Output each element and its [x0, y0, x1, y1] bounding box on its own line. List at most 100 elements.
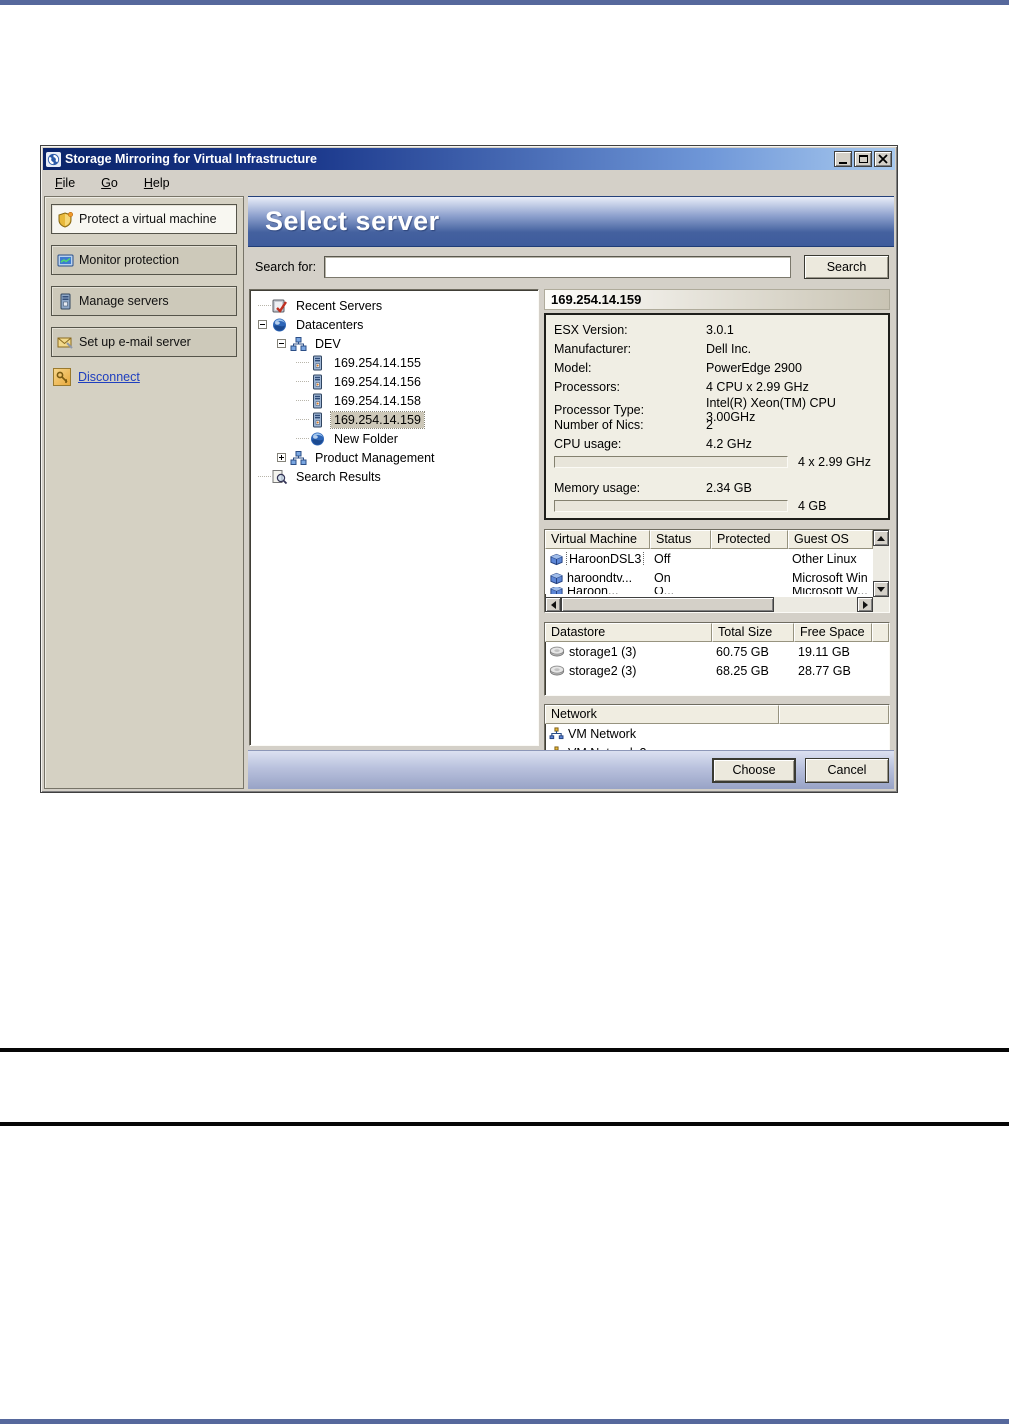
- server-tree: Recent ServersDatacentersDEV169.254.14.1…: [249, 289, 539, 746]
- tree-item-label: New Folder: [331, 431, 401, 447]
- arrow-right-icon: [863, 601, 868, 609]
- collapse-toggle[interactable]: [258, 320, 271, 329]
- vm-column-header[interactable]: Status: [650, 530, 711, 549]
- datastore-column-header[interactable]: Total Size: [712, 623, 794, 642]
- find-icon: [271, 469, 288, 485]
- vm-vertical-scrollbar[interactable]: [873, 530, 889, 597]
- menu-item-help[interactable]: Help: [144, 176, 170, 190]
- server-info-box: ESX Version:3.0.1Manufacturer:Dell Inc.M…: [544, 313, 890, 520]
- datastore-column-header[interactable]: Free Space: [794, 623, 872, 642]
- tree-item[interactable]: Search Results: [252, 467, 536, 486]
- tree-connector: [296, 438, 309, 439]
- mail-icon: [57, 334, 74, 351]
- shield-icon: [57, 211, 74, 228]
- info-label: Memory usage:: [554, 481, 706, 495]
- disk-icon: [549, 646, 565, 658]
- expand-toggle[interactable]: [277, 453, 290, 462]
- memory-usage-bar: [554, 500, 788, 512]
- app-window: Storage Mirroring for Virtual Infrastruc…: [40, 145, 898, 793]
- menu-item-file[interactable]: File: [55, 176, 75, 190]
- info-label: CPU usage:: [554, 437, 706, 451]
- sidebar-button-label: Protect a virtual machine: [79, 212, 217, 226]
- tree-item[interactable]: Datacenters: [252, 315, 536, 334]
- datastore-total-size: 68.25 GB: [712, 664, 794, 678]
- vm-icon: [549, 552, 564, 566]
- menu-bar: File Go Help: [43, 170, 895, 195]
- collapse-toggle[interactable]: [277, 339, 290, 348]
- cancel-button[interactable]: Cancel: [805, 758, 889, 783]
- vm-column-header[interactable]: Virtual Machine: [545, 530, 650, 549]
- memory-capacity-label: 4 GB: [788, 499, 880, 513]
- disconnect-link[interactable]: Disconnect: [78, 370, 140, 384]
- vm-name: Haroon...: [567, 587, 618, 594]
- search-input[interactable]: [324, 256, 791, 278]
- vm-name: HaroonDSL3: [567, 552, 643, 566]
- sidebar-button[interactable]: Monitor protection: [51, 245, 237, 275]
- vm-table-row[interactable]: HaroonDSL3 Off Other Linux: [545, 549, 873, 568]
- title-bar[interactable]: Storage Mirroring for Virtual Infrastruc…: [43, 148, 895, 170]
- tree-item[interactable]: Product Management: [252, 448, 536, 467]
- close-button[interactable]: [874, 151, 892, 167]
- scroll-down-button[interactable]: [873, 581, 889, 597]
- tree-item[interactable]: DEV: [252, 334, 536, 353]
- tree-item-label: Product Management: [312, 450, 438, 466]
- globe-icon: [271, 317, 288, 333]
- info-label: Processor Type:: [554, 403, 706, 417]
- vm-table-row[interactable]: Haroon... O... Microsoft W...: [545, 587, 873, 594]
- scrollbar-thumb[interactable]: [561, 597, 774, 612]
- sidebar-button-label: Set up e-mail server: [79, 335, 191, 349]
- vm-guest-os: Other Linux: [788, 552, 873, 566]
- info-label: Number of Nics:: [554, 418, 706, 432]
- info-label: ESX Version:: [554, 323, 706, 337]
- datastore-table-row[interactable]: storage1 (3) 60.75 GB 19.11 GB: [545, 642, 889, 661]
- arrow-left-icon: [551, 601, 556, 609]
- vm-horizontal-scrollbar[interactable]: [545, 597, 889, 612]
- scroll-up-button[interactable]: [873, 530, 889, 546]
- tree-item[interactable]: New Folder: [252, 429, 536, 448]
- info-value: 2.34 GB: [706, 481, 880, 495]
- tree-item[interactable]: Recent Servers: [252, 296, 536, 315]
- tree-connector: [296, 419, 309, 420]
- disconnect-row: Disconnect: [53, 368, 237, 386]
- monitor-icon: [57, 252, 74, 269]
- network-spacer-header: [779, 705, 889, 724]
- network-table-row[interactable]: VM Network: [545, 724, 889, 743]
- page-divider-rule-1: [0, 1048, 1009, 1052]
- tree-item-label: DEV: [312, 336, 344, 352]
- vm-status: Off: [650, 552, 711, 566]
- menu-item-go[interactable]: Go: [101, 176, 118, 190]
- tree-connector: [258, 305, 271, 306]
- datastore-column-header[interactable]: Datastore: [545, 623, 712, 642]
- sidebar-button[interactable]: Protect a virtual machine: [51, 204, 237, 234]
- tree-item[interactable]: 169.254.14.159: [252, 410, 536, 429]
- virtual-machine-table: Virtual MachineStatusProtectedGuest OS H…: [544, 529, 890, 613]
- srv-icon: [309, 355, 326, 371]
- vm-column-header[interactable]: Protected: [711, 530, 788, 549]
- choose-button[interactable]: Choose: [712, 758, 796, 783]
- search-button[interactable]: Search: [804, 255, 889, 279]
- tree-item[interactable]: 169.254.14.155: [252, 353, 536, 372]
- network-column-header[interactable]: Network: [545, 705, 779, 724]
- datastore-table-row[interactable]: storage2 (3) 68.25 GB 28.77 GB: [545, 661, 889, 680]
- datastore-column-header: [872, 623, 889, 642]
- info-row: CPU usage:4.2 GHz: [554, 434, 880, 453]
- sidebar-button[interactable]: Manage servers: [51, 286, 237, 316]
- clip-icon: [271, 298, 288, 314]
- details-header: 169.254.14.159: [544, 289, 890, 310]
- vm-column-header[interactable]: Guest OS: [788, 530, 873, 549]
- vm-table-row[interactable]: haroondtv... On Microsoft Win: [545, 568, 873, 587]
- sidebar-button[interactable]: Set up e-mail server: [51, 327, 237, 357]
- vm-status: On: [650, 571, 711, 585]
- app-icon: [46, 152, 61, 167]
- maximize-button[interactable]: [854, 151, 872, 167]
- tree-item[interactable]: 169.254.14.156: [252, 372, 536, 391]
- minimize-button[interactable]: [834, 151, 852, 167]
- org-icon: [290, 450, 307, 466]
- scroll-right-button[interactable]: [857, 597, 873, 612]
- sidebar-button-label: Manage servers: [79, 294, 169, 308]
- cpu-usage-bar: [554, 456, 788, 468]
- scroll-left-button[interactable]: [545, 597, 561, 612]
- arrow-down-icon: [877, 587, 885, 592]
- tree-item-label: 169.254.14.159: [331, 412, 424, 428]
- tree-item[interactable]: 169.254.14.158: [252, 391, 536, 410]
